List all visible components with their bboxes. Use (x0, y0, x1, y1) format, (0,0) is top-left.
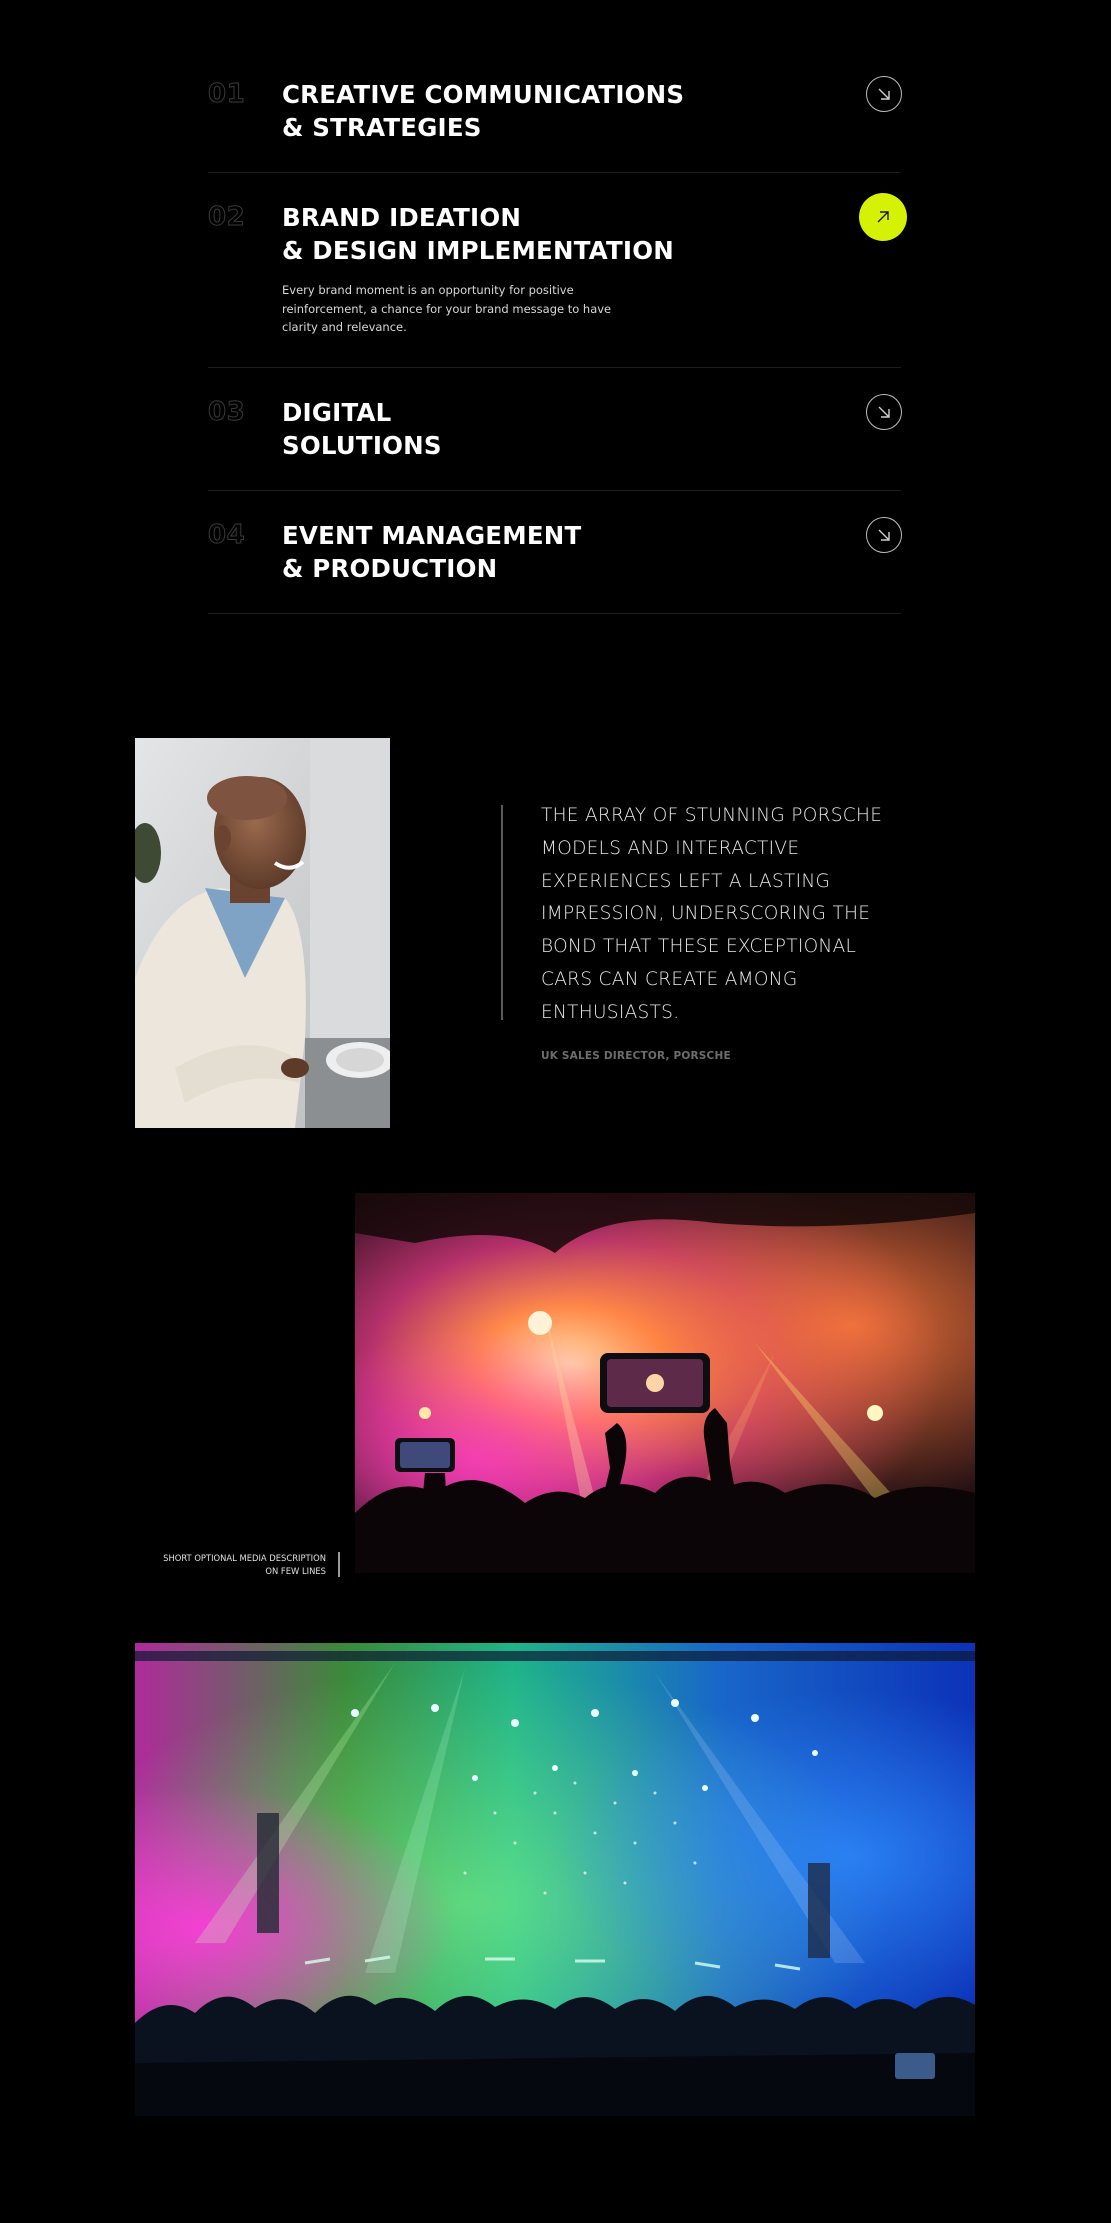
service-item-digital-solutions[interactable]: 03 DIGITAL SOLUTIONS (207, 368, 902, 491)
service-item-brand-ideation[interactable]: 02 BRAND IDEATION & DESIGN IMPLEMENTATIO… (207, 173, 907, 368)
arrow-down-right-icon (878, 88, 890, 100)
concert-stage-confetti-image (135, 1643, 975, 2116)
media-description-line: SHORT OPTIONAL MEDIA DESCRIPTION (163, 1553, 326, 1563)
service-number: 03 (207, 396, 246, 427)
service-number: 01 (207, 79, 246, 110)
service-title-line: DIGITAL (282, 397, 392, 427)
arrow-up-right-icon (877, 211, 889, 223)
expand-button[interactable] (866, 516, 902, 553)
service-number: 04 (207, 519, 246, 550)
caption-divider (338, 1552, 340, 1577)
quote-divider (501, 805, 503, 1020)
service-title-line: & PRODUCTION (282, 553, 498, 583)
testimonial-quote: THE ARRAY OF STUNNING PORSCHE MODELS AND… (541, 805, 883, 1023)
concert-crowd-phone-image (355, 1193, 975, 1573)
expand-button[interactable] (866, 393, 902, 430)
arrow-down-right-icon (878, 406, 890, 418)
service-title: DIGITAL SOLUTIONS (282, 396, 901, 462)
service-item-creative-communications[interactable]: 01 CREATIVE COMMUNICATIONS & STRATEGIES (207, 50, 902, 173)
media-description: SHORT OPTIONAL MEDIA DESCRIPTION ON FEW … (140, 1552, 326, 1578)
collapse-button[interactable] (859, 193, 907, 241)
service-description: Every brand moment is an opportunity for… (282, 283, 612, 334)
service-title: CREATIVE COMMUNICATIONS & STRATEGIES (282, 78, 901, 144)
service-title: EVENT MANAGEMENT & PRODUCTION (282, 519, 901, 585)
service-title-line: BRAND IDEATION (282, 203, 522, 232)
service-title-line: & DESIGN IMPLEMENTATION (282, 236, 674, 265)
testimonial-portrait-image (135, 738, 390, 1128)
service-title-line: & STRATEGIES (282, 113, 482, 142)
service-title: BRAND IDEATION & DESIGN IMPLEMENTATION (282, 201, 901, 267)
arrow-down-right-icon (878, 529, 890, 541)
service-title-line: EVENT MANAGEMENT (282, 520, 582, 550)
service-item-event-management[interactable]: 04 EVENT MANAGEMENT & PRODUCTION (207, 491, 902, 614)
service-title-line: SOLUTIONS (282, 430, 442, 460)
testimonial-author: UK SALES DIRECTOR, PORSCHE (541, 1050, 731, 1062)
media-description-line: ON FEW LINES (265, 1566, 326, 1576)
expand-button[interactable] (866, 76, 902, 112)
services-list: 01 CREATIVE COMMUNICATIONS & STRATEGIES … (207, 50, 907, 614)
service-title-line: CREATIVE COMMUNICATIONS (282, 80, 685, 109)
service-number: 02 (207, 202, 246, 233)
